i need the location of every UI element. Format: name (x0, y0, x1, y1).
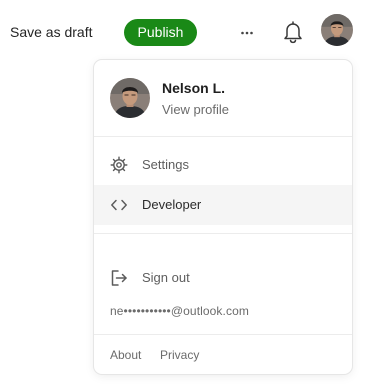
profile-avatar (110, 78, 150, 118)
sign-out-button[interactable]: Sign out (94, 258, 352, 298)
user-menu-dropdown: Nelson L. View profile Settings Develope… (94, 60, 352, 374)
more-options-button[interactable] (236, 22, 258, 42)
profile-name: Nelson L. (162, 80, 226, 96)
avatar (110, 78, 150, 118)
gear-icon (110, 156, 128, 174)
sign-out-label: Sign out (142, 270, 190, 285)
sign-out-icon (111, 270, 127, 286)
publish-button[interactable]: Publish (124, 19, 197, 46)
menu-item-developer[interactable]: Developer (94, 185, 352, 225)
bell-icon (284, 21, 302, 44)
code-icon (111, 199, 127, 211)
more-icon (241, 31, 253, 35)
top-bar: Save as draft Publish (0, 0, 374, 64)
divider (94, 334, 352, 335)
menu-item-label: Developer (142, 197, 202, 212)
avatar (321, 14, 353, 46)
profile-link[interactable]: Nelson L. View profile (94, 60, 352, 136)
menu-item-settings[interactable]: Settings (94, 145, 352, 185)
notifications-button[interactable] (281, 19, 305, 45)
view-profile-link[interactable]: View profile (162, 102, 229, 118)
about-link[interactable]: About (110, 347, 141, 363)
divider (94, 233, 352, 234)
divider (94, 136, 352, 137)
menu-item-label: Settings (142, 157, 189, 172)
user-avatar-button[interactable] (321, 14, 353, 46)
account-email: ne•••••••••••@outlook.com (110, 304, 249, 318)
privacy-link[interactable]: Privacy (160, 347, 199, 363)
save-as-draft-button[interactable]: Save as draft (10, 22, 93, 42)
